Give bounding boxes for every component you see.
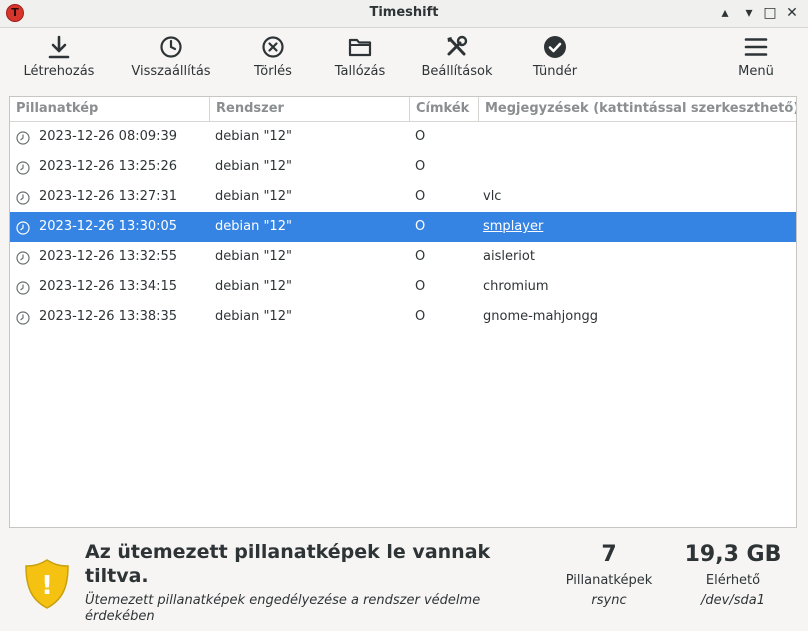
snapshot-clock-icon — [16, 250, 30, 265]
check-circle-icon — [533, 34, 577, 60]
snapshot-date-cell: 2023-12-26 08:09:39 — [39, 129, 178, 144]
available-space-stat: 19,3 GB Elérhető /dev/sda1 — [673, 542, 793, 608]
column-header-comments[interactable]: Megjegyzések (kattintással szerkeszthető… — [479, 97, 796, 121]
snapshot-clock-icon — [16, 280, 30, 295]
snapshot-count-stat: 7 Pillanatképek rsync — [555, 542, 663, 608]
system-cell: debian "12" — [215, 159, 292, 174]
snapshot-clock-icon — [16, 310, 30, 325]
clock-icon — [131, 34, 211, 60]
delete-label: Törlés — [254, 64, 292, 79]
browse-button[interactable]: Tallózás — [334, 28, 386, 86]
tags-cell: O — [415, 219, 426, 234]
snapshot-count-label: Pillanatképek — [565, 573, 653, 588]
download-icon — [24, 34, 94, 60]
tags-cell: O — [415, 279, 426, 294]
snapshot-clock-icon — [16, 160, 30, 175]
table-row[interactable]: 2023-12-26 13:34:15 debian "12" Ochromium — [10, 272, 796, 302]
snapshot-clock-icon — [16, 190, 30, 205]
svg-text:!: ! — [41, 571, 53, 601]
shield-warning-icon: ! — [24, 558, 70, 614]
snapshot-date-cell: 2023-12-26 13:25:26 — [39, 159, 178, 174]
maximize-button[interactable]: ▾ — [740, 4, 758, 22]
snapshot-date-cell: 2023-12-26 13:27:31 — [39, 189, 178, 204]
table-row[interactable]: 2023-12-26 13:32:55 debian "12" Oaisleriot — [10, 242, 796, 272]
title-bar: T Timeshift ▴ ▾ □ ✕ — [0, 0, 808, 28]
window-title: Timeshift — [369, 5, 439, 20]
tags-cell: O — [415, 129, 426, 144]
available-space-label: Elérhető — [705, 573, 761, 588]
column-header-system[interactable]: Rendszer — [210, 97, 410, 121]
column-header-snapshot[interactable]: Pillanatkép — [10, 97, 210, 121]
close-button[interactable]: ✕ — [783, 4, 801, 22]
wizard-label: Tündér — [532, 64, 578, 79]
menu-label: Menü — [738, 64, 774, 79]
snapshot-list[interactable]: Pillanatkép Rendszer Címkék Megjegyzések… — [9, 96, 797, 528]
system-cell: debian "12" — [215, 129, 292, 144]
snapshot-count: 7 — [601, 542, 617, 567]
create-button[interactable]: Létrehozás — [24, 28, 94, 86]
table-row[interactable]: 2023-12-26 13:30:05 debian "12" Osmplayer — [10, 212, 796, 242]
snapshot-clock-icon — [16, 220, 30, 235]
system-cell: debian "12" — [215, 219, 292, 234]
minimize-button[interactable]: ▴ — [716, 4, 734, 22]
available-space: 19,3 GB — [684, 542, 782, 567]
table-row[interactable]: 2023-12-26 13:38:35 debian "12" Ognome-mah… — [10, 302, 796, 332]
comment-cell[interactable]: chromium — [483, 272, 549, 302]
table-row[interactable]: 2023-12-26 13:25:26 debian "12" O — [10, 152, 796, 182]
settings-button[interactable]: Beállítások — [421, 28, 493, 86]
create-label: Létrehozás — [23, 64, 95, 79]
system-cell: debian "12" — [215, 309, 292, 324]
status-subtitle: Ütemezett pillanatképek engedélyezése a … — [85, 593, 481, 624]
system-cell: debian "12" — [215, 279, 292, 294]
comment-cell[interactable]: gnome-mahjongg — [483, 302, 598, 332]
wizard-button[interactable]: Tündér — [533, 28, 577, 86]
menu-button[interactable]: Menü — [736, 28, 776, 86]
toolbar: Létrehozás Visszaállítás Törlés Tallózás… — [0, 28, 808, 88]
folder-icon — [334, 34, 386, 60]
snapshot-date-cell: 2023-12-26 13:32:55 — [39, 249, 178, 264]
backup-mode: rsync — [591, 593, 627, 608]
settings-label: Beállítások — [421, 64, 493, 79]
restore-snapshot-button[interactable]: Visszaállítás — [131, 28, 211, 86]
tags-cell: O — [415, 249, 426, 264]
delete-circle-icon — [253, 34, 293, 60]
tags-cell: O — [415, 309, 426, 324]
comment-cell[interactable]: vlc — [483, 182, 501, 212]
system-cell: debian "12" — [215, 189, 292, 204]
browse-label: Tallózás — [334, 64, 386, 79]
list-header: Pillanatkép Rendszer Címkék Megjegyzések… — [10, 97, 796, 122]
table-row[interactable]: 2023-12-26 13:27:31 debian "12" Ovlc — [10, 182, 796, 212]
comment-cell[interactable]: aisleriot — [483, 242, 535, 272]
status-area: ! Az ütemezett pillanatképek le vannak t… — [0, 536, 808, 631]
status-title: Az ütemezett pillanatképek le vannak til… — [85, 541, 491, 587]
column-header-tags[interactable]: Címkék — [410, 97, 479, 121]
tools-icon — [421, 34, 493, 60]
delete-button[interactable]: Törlés — [253, 28, 293, 86]
comment-cell[interactable]: smplayer — [483, 212, 543, 242]
backup-device: /dev/sda1 — [701, 593, 765, 608]
table-row[interactable]: 2023-12-26 08:09:39 debian "12" O — [10, 122, 796, 152]
tags-cell: O — [415, 159, 426, 174]
tags-cell: O — [415, 189, 426, 204]
snapshot-date-cell: 2023-12-26 13:34:15 — [39, 279, 178, 294]
snapshot-date-cell: 2023-12-26 13:38:35 — [39, 309, 178, 324]
snapshot-date-cell: 2023-12-26 13:30:05 — [39, 219, 178, 234]
restore-button[interactable]: □ — [761, 4, 779, 22]
system-cell: debian "12" — [215, 249, 292, 264]
restore-label: Visszaállítás — [131, 64, 211, 79]
hamburger-menu-icon — [736, 34, 776, 60]
snapshot-clock-icon — [16, 130, 30, 145]
